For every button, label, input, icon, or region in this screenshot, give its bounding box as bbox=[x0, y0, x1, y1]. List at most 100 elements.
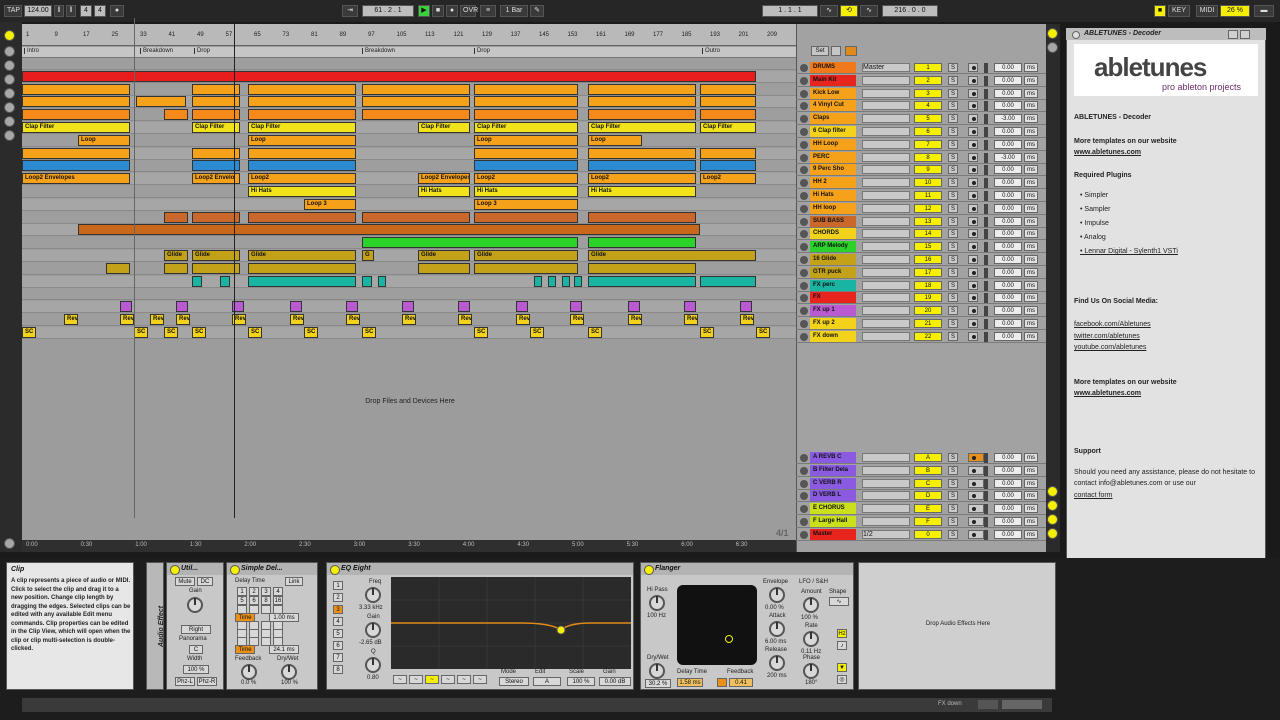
clip[interactable] bbox=[684, 301, 696, 313]
clip[interactable] bbox=[220, 275, 230, 287]
twitter-link[interactable]: twitter.com/abletunes bbox=[1074, 331, 1260, 342]
clip[interactable]: Loop2 bbox=[588, 173, 696, 185]
clip[interactable] bbox=[78, 224, 700, 236]
track-fold-icon[interactable] bbox=[800, 307, 808, 316]
clip[interactable] bbox=[474, 147, 578, 159]
track-fold-icon[interactable] bbox=[800, 454, 808, 462]
clip[interactable]: Loop 3 bbox=[474, 198, 578, 210]
eq-eight-title[interactable]: EQ Eight bbox=[327, 563, 633, 575]
clip[interactable] bbox=[418, 262, 470, 274]
arm-button[interactable] bbox=[968, 114, 978, 124]
solo-button[interactable]: S bbox=[948, 139, 958, 149]
track-name[interactable]: F Large Hall bbox=[810, 516, 856, 527]
panorama-value[interactable]: C bbox=[189, 645, 203, 654]
delay-unit[interactable]: ms bbox=[1024, 152, 1038, 162]
volume-field[interactable]: 0.00 bbox=[994, 165, 1022, 175]
track-fold-icon[interactable] bbox=[800, 128, 808, 136]
nudge-icon[interactable]: ‖ bbox=[54, 5, 64, 17]
track-io-select[interactable] bbox=[862, 280, 910, 290]
track-name[interactable]: B Filter Dela bbox=[810, 464, 856, 476]
scale-value[interactable]: 100 % bbox=[567, 677, 595, 686]
solo-button[interactable]: S bbox=[948, 216, 958, 226]
envelope-knob[interactable] bbox=[769, 587, 785, 603]
track-name[interactable]: GTR puck bbox=[810, 266, 856, 278]
category-user-icon[interactable] bbox=[4, 130, 15, 141]
track-io-select[interactable]: 1/2 bbox=[862, 529, 910, 539]
clip[interactable] bbox=[136, 96, 186, 108]
clip[interactable]: SC 1 bbox=[756, 326, 770, 338]
track-fold-icon[interactable] bbox=[800, 179, 808, 188]
arm-button[interactable] bbox=[968, 255, 978, 264]
arm-button[interactable] bbox=[968, 203, 978, 213]
mixer-toggle-icon[interactable] bbox=[1047, 514, 1058, 525]
clip[interactable]: Loop bbox=[78, 134, 130, 146]
track-name[interactable]: PERC bbox=[810, 151, 856, 163]
track-fold-icon[interactable] bbox=[800, 192, 808, 200]
solo-button[interactable]: S bbox=[948, 203, 958, 213]
track-fold-icon[interactable] bbox=[800, 530, 808, 539]
clip[interactable] bbox=[740, 301, 752, 313]
track-name[interactable]: FX up 2 bbox=[810, 318, 856, 329]
delay-unit[interactable]: ms bbox=[1024, 101, 1038, 111]
track-name[interactable]: Kick Low bbox=[810, 87, 856, 99]
clip[interactable] bbox=[192, 211, 240, 223]
solo-button[interactable]: S bbox=[948, 114, 958, 124]
track-activator[interactable]: 0 bbox=[914, 529, 942, 539]
track-name[interactable]: HH loop bbox=[810, 202, 856, 214]
clip[interactable]: Rev bbox=[684, 314, 698, 325]
delay-unit[interactable]: ms bbox=[1024, 267, 1038, 277]
clip[interactable]: Hi Hats bbox=[588, 186, 696, 197]
time-ruler[interactable]: 0:00 0:30 1:00 1:30 2:00 2:30 3:00 3:30 4:00 4:30… bbox=[22, 540, 796, 552]
clip[interactable] bbox=[192, 109, 240, 121]
clip[interactable] bbox=[548, 275, 556, 287]
clip[interactable]: Clap Filter bbox=[588, 122, 696, 133]
clip[interactable] bbox=[248, 147, 356, 159]
solo-button[interactable]: S bbox=[948, 165, 958, 175]
arm-button[interactable] bbox=[968, 229, 978, 239]
tempo-field[interactable]: 124.00 bbox=[24, 5, 52, 17]
track-io-select[interactable] bbox=[862, 267, 910, 277]
track-activator[interactable]: 1 bbox=[914, 63, 942, 72]
clip[interactable] bbox=[248, 211, 356, 223]
clip[interactable] bbox=[474, 262, 578, 274]
mode-select[interactable]: Stereo bbox=[499, 677, 529, 686]
clip[interactable]: Rev bbox=[628, 314, 642, 325]
category-places-icon[interactable] bbox=[4, 102, 15, 113]
delay-time-left[interactable]: 1.00 ms bbox=[269, 613, 299, 622]
clip[interactable] bbox=[570, 301, 582, 313]
track-activator[interactable]: 9 bbox=[914, 165, 942, 175]
metronome-icon[interactable]: ● bbox=[110, 5, 124, 17]
clip[interactable]: Hi Hats bbox=[248, 186, 356, 197]
volume-field[interactable]: 0.00 bbox=[994, 216, 1022, 226]
sync-division-left[interactable]: 2 bbox=[249, 587, 259, 596]
sync-division-left[interactable]: 4 bbox=[273, 587, 283, 596]
track-io-select[interactable] bbox=[862, 453, 910, 462]
track-io-select[interactable] bbox=[862, 306, 910, 316]
volume-field[interactable]: 0.00 bbox=[994, 127, 1022, 136]
track-io-select[interactable] bbox=[862, 517, 910, 526]
sig-denominator[interactable]: 4 bbox=[94, 5, 106, 17]
arrangement-position[interactable]: 61 . 2 . 1 bbox=[362, 5, 414, 17]
drop-effects-area[interactable]: Drop Audio Effects Here bbox=[858, 562, 1056, 690]
delay-unit[interactable]: ms bbox=[1024, 306, 1038, 316]
clip[interactable]: Rev bbox=[516, 314, 530, 325]
clip[interactable]: SC 1 bbox=[588, 326, 602, 338]
locator-drop[interactable]: Drop bbox=[474, 48, 490, 54]
solo-button[interactable]: S bbox=[948, 504, 958, 514]
clip[interactable] bbox=[192, 147, 240, 159]
clip[interactable] bbox=[22, 70, 756, 82]
clip[interactable] bbox=[362, 83, 470, 95]
lfo-reset-icon[interactable]: ◎ bbox=[837, 675, 847, 684]
track-activator[interactable]: 2 bbox=[914, 75, 942, 85]
clip[interactable] bbox=[22, 109, 130, 121]
help-close-icon[interactable] bbox=[1072, 31, 1080, 39]
track-fold-icon[interactable] bbox=[800, 204, 808, 213]
volume-field[interactable]: 0.00 bbox=[994, 529, 1022, 539]
clip[interactable]: SC 1 bbox=[134, 326, 148, 338]
locator-bar[interactable]: Intro Breakdown Drop Breakdown Drop Outro bbox=[22, 47, 796, 58]
view-toggle-icon[interactable] bbox=[4, 538, 15, 549]
track-name[interactable]: HH Loop bbox=[810, 138, 856, 150]
facebook-link[interactable]: facebook.com/Abletunes bbox=[1074, 319, 1260, 330]
track-fold-icon[interactable] bbox=[800, 505, 808, 514]
track-fold-icon[interactable] bbox=[800, 268, 808, 277]
